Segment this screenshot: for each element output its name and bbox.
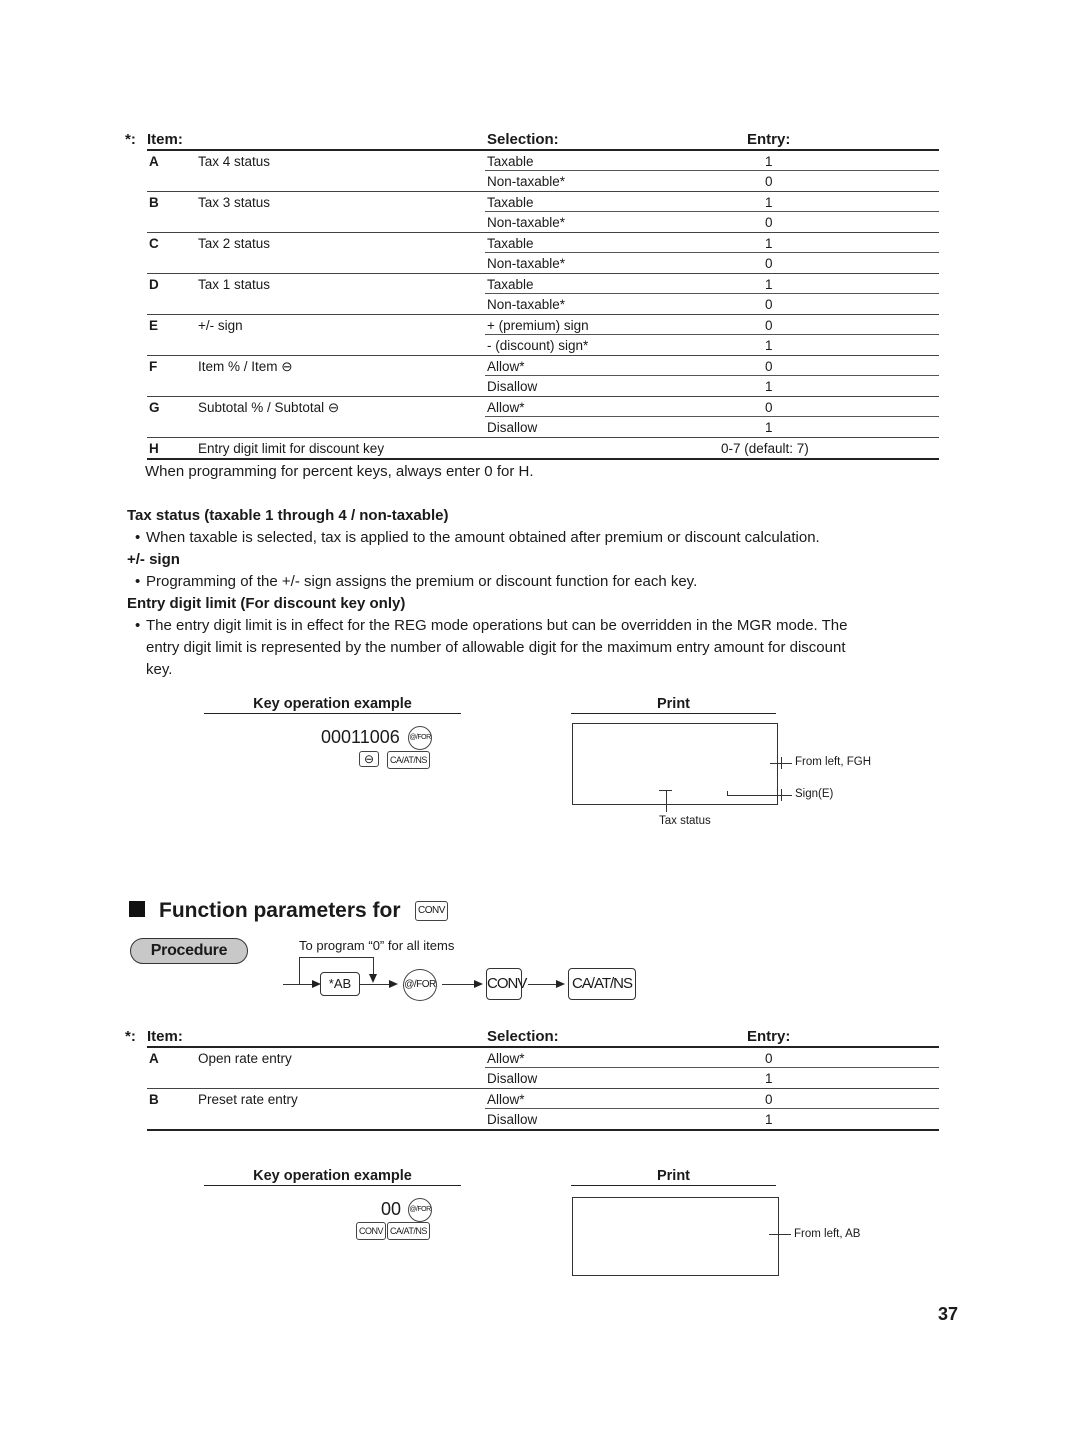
limit-text-1: The entry digit limit is in effect for t…	[146, 617, 848, 634]
at-for-key-icon: @/FOR	[408, 1198, 432, 1222]
ca-at-ns-key-icon: CA/AT/NS	[387, 1222, 430, 1240]
section-title: Function parameters for	[129, 899, 401, 923]
table-header: *: Item: Selection: Entry:	[125, 127, 939, 151]
table-row: Non-taxable* 0	[147, 253, 939, 274]
table-row: C Tax 2 status Taxable 1	[147, 233, 939, 253]
ab-entry-box: *AB	[320, 972, 360, 996]
flow-line	[283, 984, 313, 985]
square-bullet-icon	[129, 901, 145, 917]
at-for-key-icon: @/FOR	[403, 969, 437, 1001]
page-number: 37	[938, 1304, 959, 1324]
flow-line	[359, 984, 389, 985]
arrow-icon	[556, 980, 565, 988]
tax-params-table: *: Item: Selection: Entry: A Tax 4 statu…	[125, 127, 939, 460]
print-receipt-box	[572, 1197, 779, 1276]
header-default-marker: *:	[125, 1028, 136, 1045]
print-receipt-box	[572, 723, 778, 805]
limit-heading: Entry digit limit (For discount key only…	[127, 595, 406, 612]
leader-line	[781, 789, 782, 801]
table-row: A Tax 4 status Taxable 1	[147, 151, 939, 171]
table-row: D Tax 1 status Taxable 1	[147, 274, 939, 294]
leader-line	[666, 790, 667, 812]
flow-line	[442, 984, 474, 985]
print-heading: Print	[571, 696, 776, 714]
table-row: H Entry digit limit for discount key 0-7…	[147, 438, 939, 460]
procedure-badge: Procedure	[130, 938, 248, 964]
key-operation-heading: Key operation example	[204, 696, 461, 714]
leader-line	[727, 795, 792, 796]
print-heading: Print	[571, 1168, 776, 1186]
sign-heading: +/- sign	[127, 551, 180, 568]
at-for-key-icon: @/FOR	[408, 726, 432, 750]
limit-text-3: key.	[146, 661, 173, 678]
arrow-icon	[474, 980, 483, 988]
table-row: Disallow 1	[147, 376, 939, 397]
conv-key-icon: CONV	[486, 968, 527, 1000]
leader-line	[727, 791, 728, 795]
minus-key-icon: ⊖	[359, 751, 379, 767]
header-item: Item:	[147, 1028, 183, 1045]
table-row: Non-taxable* 0	[147, 171, 939, 192]
leader-line	[781, 757, 782, 769]
flow-line	[299, 957, 373, 958]
conv-key-icon: CONV	[415, 901, 448, 921]
flow-line	[528, 984, 556, 985]
table-row: Non-taxable* 0	[147, 212, 939, 233]
table-row: B Tax 3 status Taxable 1	[147, 192, 939, 212]
table-row: - (discount) sign* 1	[147, 335, 939, 356]
entry-digits: 00	[381, 1199, 402, 1219]
entry-digits: 00011006	[321, 727, 400, 747]
tax-status-text: When taxable is selected, tax is applied…	[146, 529, 820, 546]
table-row: B Preset rate entry Allow* 0	[147, 1089, 939, 1109]
from-left-label: From left, FGH	[795, 756, 872, 768]
header-entry: Entry:	[747, 1028, 791, 1045]
header-entry: Entry:	[747, 131, 791, 148]
bullet-icon: •	[135, 529, 141, 546]
sign-text: Programming of the +/- sign assigns the …	[146, 573, 698, 590]
leader-line	[769, 1234, 791, 1235]
tax-status-label: Tax status	[659, 815, 711, 827]
flow-note: To program “0” for all items	[299, 938, 455, 953]
table-row: Disallow 1	[147, 417, 939, 438]
header-selection: Selection:	[487, 131, 559, 148]
key-operation-heading: Key operation example	[204, 1168, 461, 1186]
ca-at-ns-key-icon: CA/AT/NS	[568, 968, 636, 1000]
conv-key-icon: CONV	[356, 1222, 387, 1240]
table-row: A Open rate entry Allow* 0	[147, 1048, 939, 1068]
header-item: Item:	[147, 131, 183, 148]
flow-line	[373, 957, 374, 975]
table-row: E +/- sign + (premium) sign 0	[147, 315, 939, 335]
tax-status-heading: Tax status (taxable 1 through 4 / non-ta…	[127, 507, 449, 524]
table-row: Disallow 1	[147, 1068, 939, 1089]
table-row: Non-taxable* 0	[147, 294, 939, 315]
arrow-icon	[389, 980, 398, 988]
ca-at-ns-key-icon: CA/AT/NS	[387, 751, 430, 769]
flow-line	[299, 957, 300, 984]
bullet-icon: •	[135, 617, 141, 634]
table-header: *: Item: Selection: Entry:	[125, 1024, 939, 1048]
from-left-label: From left, AB	[794, 1228, 861, 1240]
header-default-marker: *:	[125, 131, 136, 148]
table-note: When programming for percent keys, alway…	[145, 463, 534, 480]
table-row: Disallow 1	[147, 1109, 939, 1131]
conv-params-table: *: Item: Selection: Entry: A Open rate e…	[125, 1024, 939, 1131]
bullet-icon: •	[135, 573, 141, 590]
sign-label: Sign(E)	[795, 788, 834, 800]
arrow-icon	[369, 974, 377, 983]
header-selection: Selection:	[487, 1028, 559, 1045]
table-row: F Item % / Item ⊖ Allow* 0	[147, 356, 939, 376]
limit-text-2: entry digit limit is represented by the …	[146, 639, 846, 656]
table-row: G Subtotal % / Subtotal ⊖ Allow* 0	[147, 397, 939, 417]
